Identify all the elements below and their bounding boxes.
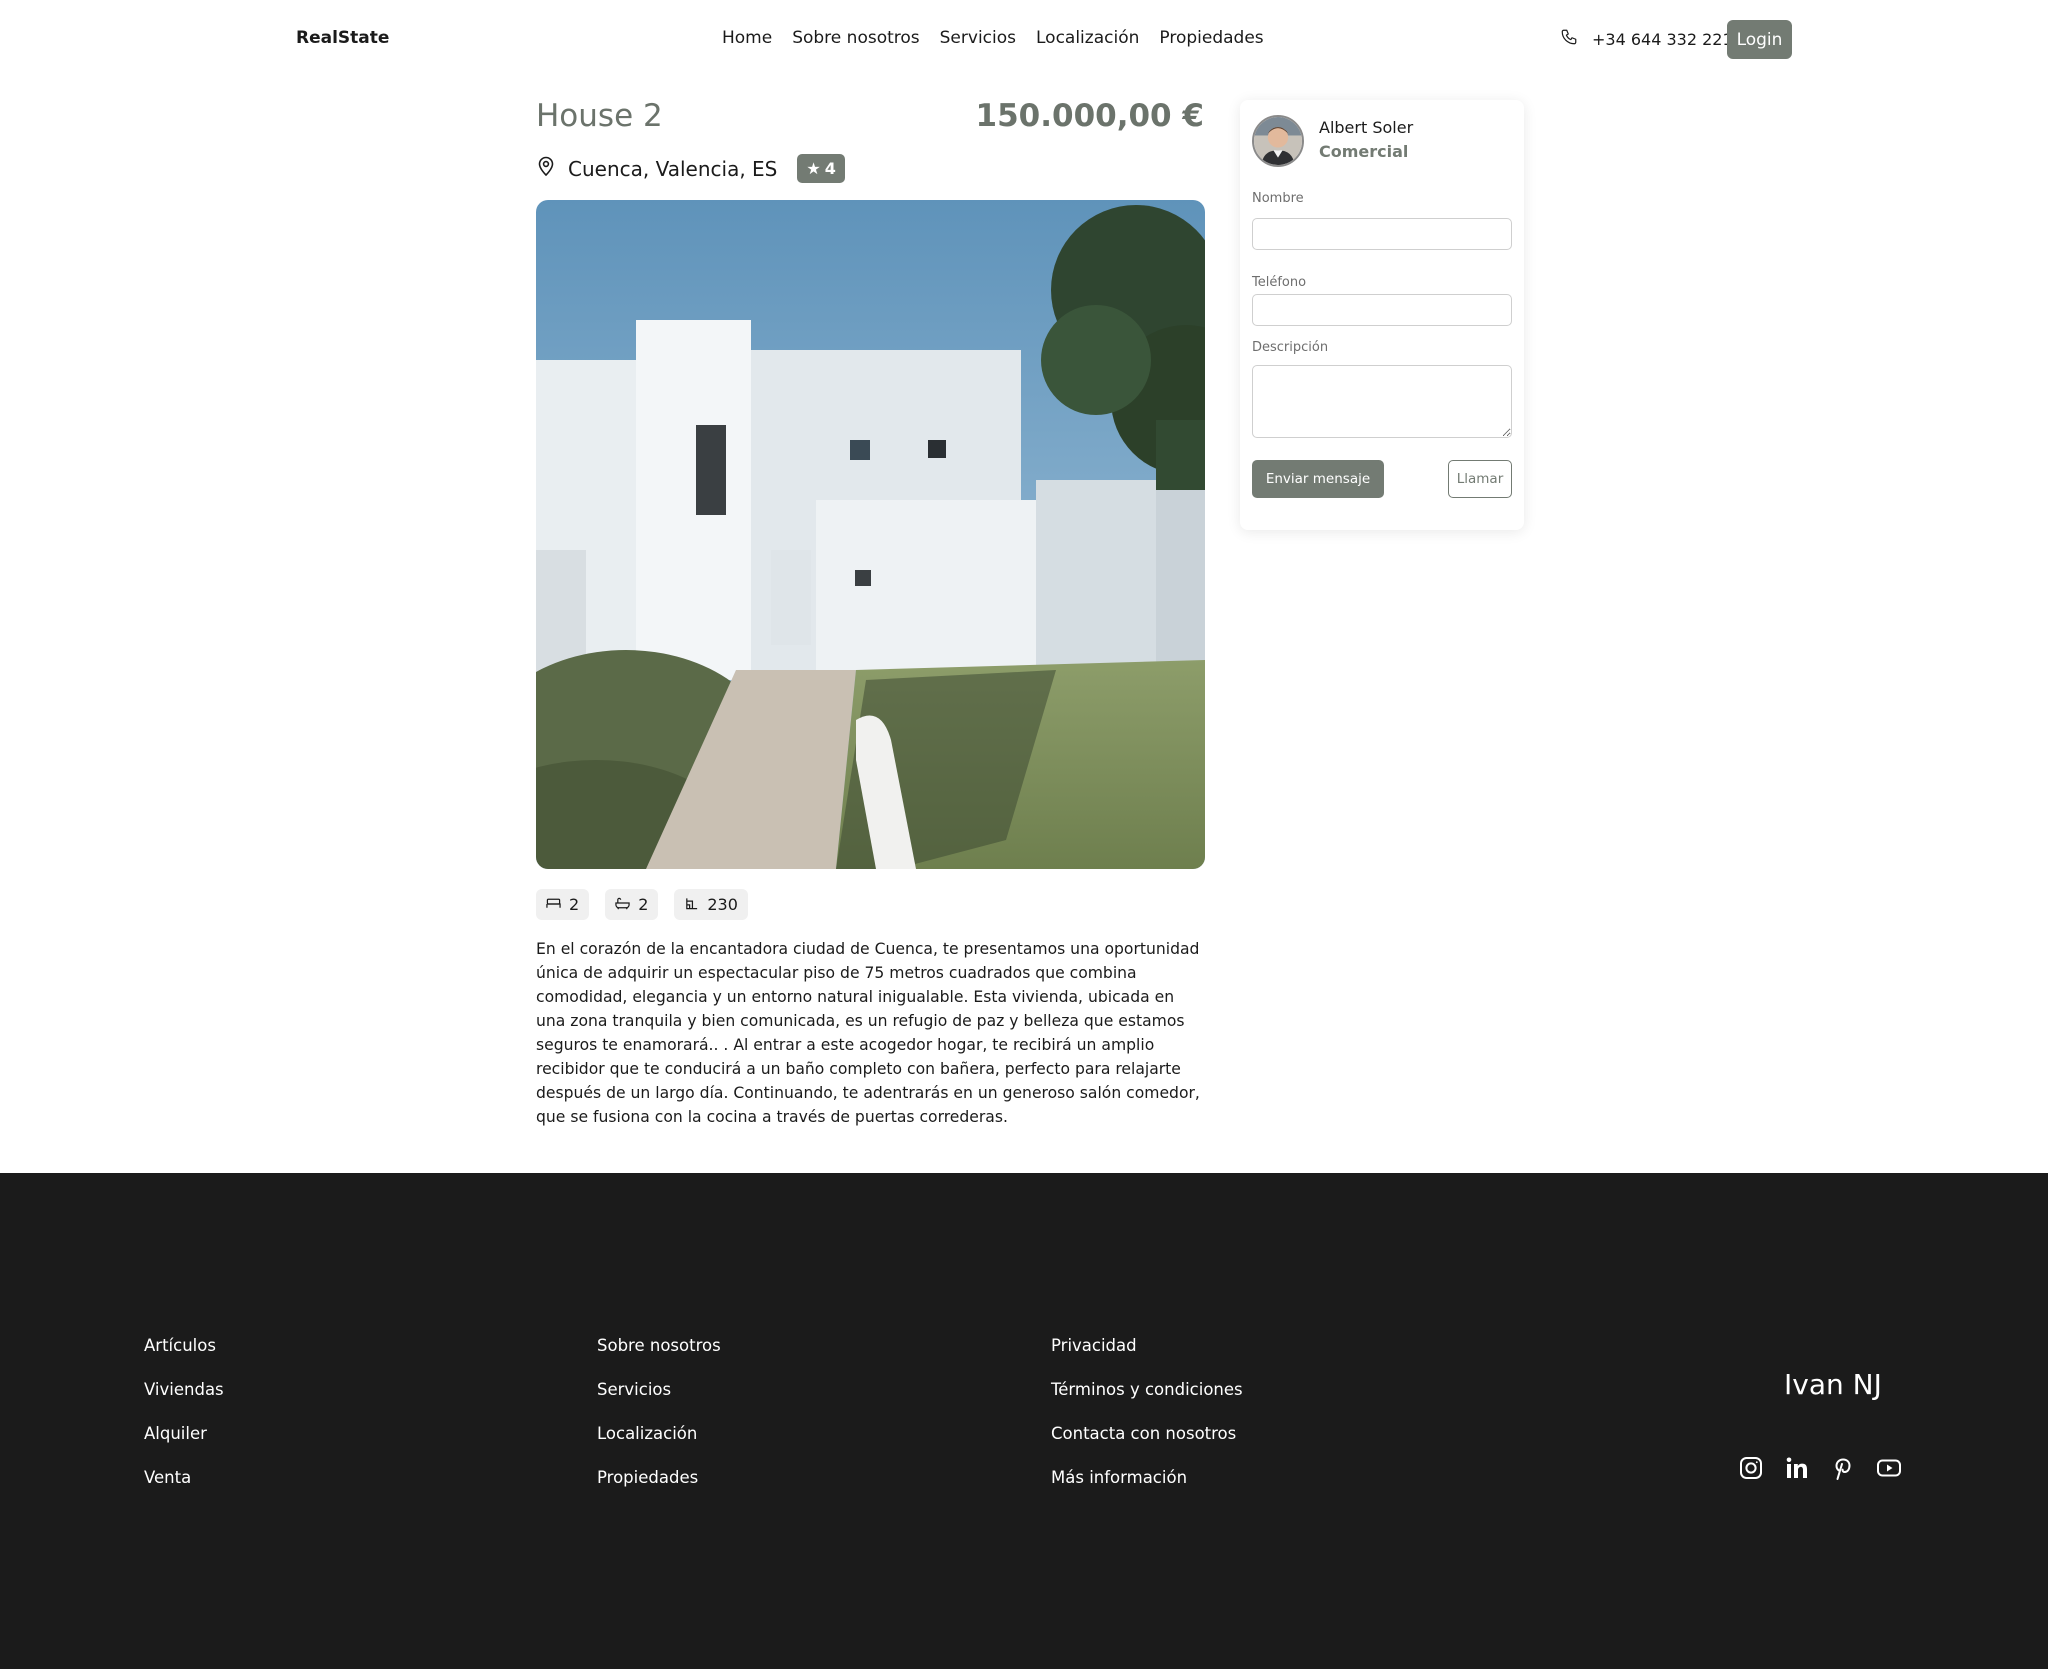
phone-input[interactable] xyxy=(1252,294,1512,326)
agent-name: Albert Soler xyxy=(1319,118,1414,137)
footer-link-homes[interactable]: Viviendas xyxy=(144,1379,224,1401)
brand-logo[interactable]: RealState xyxy=(296,28,389,48)
agent-contact-card: Albert Soler Comercial Nombre Teléfono D… xyxy=(1240,100,1524,530)
area-value: 230 xyxy=(707,895,738,914)
rating-value: 4 xyxy=(824,159,836,178)
phone-number: +34 644 332 221 xyxy=(1592,29,1733,49)
pinterest-icon[interactable] xyxy=(1830,1455,1856,1481)
property-features: 2 2 230 xyxy=(536,889,748,920)
property-price: 150.000,00 € xyxy=(975,98,1204,134)
property-title: House 2 xyxy=(536,98,663,134)
footer-link-about[interactable]: Sobre nosotros xyxy=(597,1335,721,1357)
name-input[interactable] xyxy=(1252,218,1512,250)
agent-role: Comercial xyxy=(1319,142,1409,161)
location-pin-icon xyxy=(536,155,556,182)
feature-bedrooms: 2 xyxy=(536,889,590,920)
header-phone[interactable]: +34 644 332 221 xyxy=(1560,28,1733,50)
footer-link-sale[interactable]: Venta xyxy=(144,1467,224,1489)
footer-link-articles[interactable]: Artículos xyxy=(144,1335,224,1357)
area-icon xyxy=(684,895,699,914)
nav-item-properties[interactable]: Propiedades xyxy=(1159,28,1263,48)
site-header: RealState Home Sobre nosotros Servicios … xyxy=(0,0,2048,80)
linkedin-icon[interactable] xyxy=(1784,1455,1810,1481)
footer-link-terms[interactable]: Términos y condiciones xyxy=(1051,1379,1243,1401)
feature-area: 230 xyxy=(674,889,748,920)
bathtub-icon xyxy=(615,895,630,914)
footer-column-2: Sobre nosotros Servicios Localización Pr… xyxy=(597,1335,721,1489)
bathrooms-value: 2 xyxy=(638,895,649,914)
name-label: Nombre xyxy=(1252,191,1304,206)
footer-link-services[interactable]: Servicios xyxy=(597,1379,721,1401)
main-nav: Home Sobre nosotros Servicios Localizaci… xyxy=(722,28,1264,48)
rating-badge: ★ 4 xyxy=(797,154,845,183)
login-button[interactable]: Login xyxy=(1727,20,1792,59)
footer-column-1: Artículos Viviendas Alquiler Venta xyxy=(144,1335,224,1489)
nav-item-home[interactable]: Home xyxy=(722,28,772,48)
description-label: Descripción xyxy=(1252,340,1329,355)
footer-link-rent[interactable]: Alquiler xyxy=(144,1423,224,1445)
bedrooms-value: 2 xyxy=(569,895,580,914)
footer-link-more-info[interactable]: Más información xyxy=(1051,1467,1243,1489)
instagram-icon[interactable] xyxy=(1738,1455,1764,1481)
send-message-button[interactable]: Enviar mensaje xyxy=(1252,460,1384,498)
location-text: Cuenca, Valencia, ES xyxy=(568,156,778,181)
nav-item-location[interactable]: Localización xyxy=(1036,28,1139,48)
avatar xyxy=(1252,115,1304,167)
site-footer: Artículos Viviendas Alquiler Venta Sobre… xyxy=(0,1173,2048,1669)
nav-item-services[interactable]: Servicios xyxy=(940,28,1016,48)
youtube-icon[interactable] xyxy=(1876,1455,1902,1481)
feature-bathrooms: 2 xyxy=(605,889,659,920)
property-description: En el corazón de la encantadora ciudad d… xyxy=(536,940,1200,1126)
property-location: Cuenca, Valencia, ES ★ 4 xyxy=(536,154,845,183)
call-button[interactable]: Llamar xyxy=(1448,460,1512,498)
footer-link-contact[interactable]: Contacta con nosotros xyxy=(1051,1423,1243,1445)
footer-link-location[interactable]: Localización xyxy=(597,1423,721,1445)
phone-icon xyxy=(1560,28,1578,50)
description-textarea[interactable] xyxy=(1252,365,1512,438)
footer-brand: Ivan NJ xyxy=(1784,1368,1882,1401)
social-links xyxy=(1738,1455,1902,1481)
footer-column-3: Privacidad Términos y condiciones Contac… xyxy=(1051,1335,1243,1489)
footer-link-properties[interactable]: Propiedades xyxy=(597,1467,721,1489)
star-icon: ★ xyxy=(806,159,821,178)
phone-label: Teléfono xyxy=(1252,275,1307,290)
property-photo[interactable] xyxy=(536,200,1205,869)
nav-item-about[interactable]: Sobre nosotros xyxy=(792,28,919,48)
bed-icon xyxy=(546,895,561,914)
footer-link-privacy[interactable]: Privacidad xyxy=(1051,1335,1243,1357)
